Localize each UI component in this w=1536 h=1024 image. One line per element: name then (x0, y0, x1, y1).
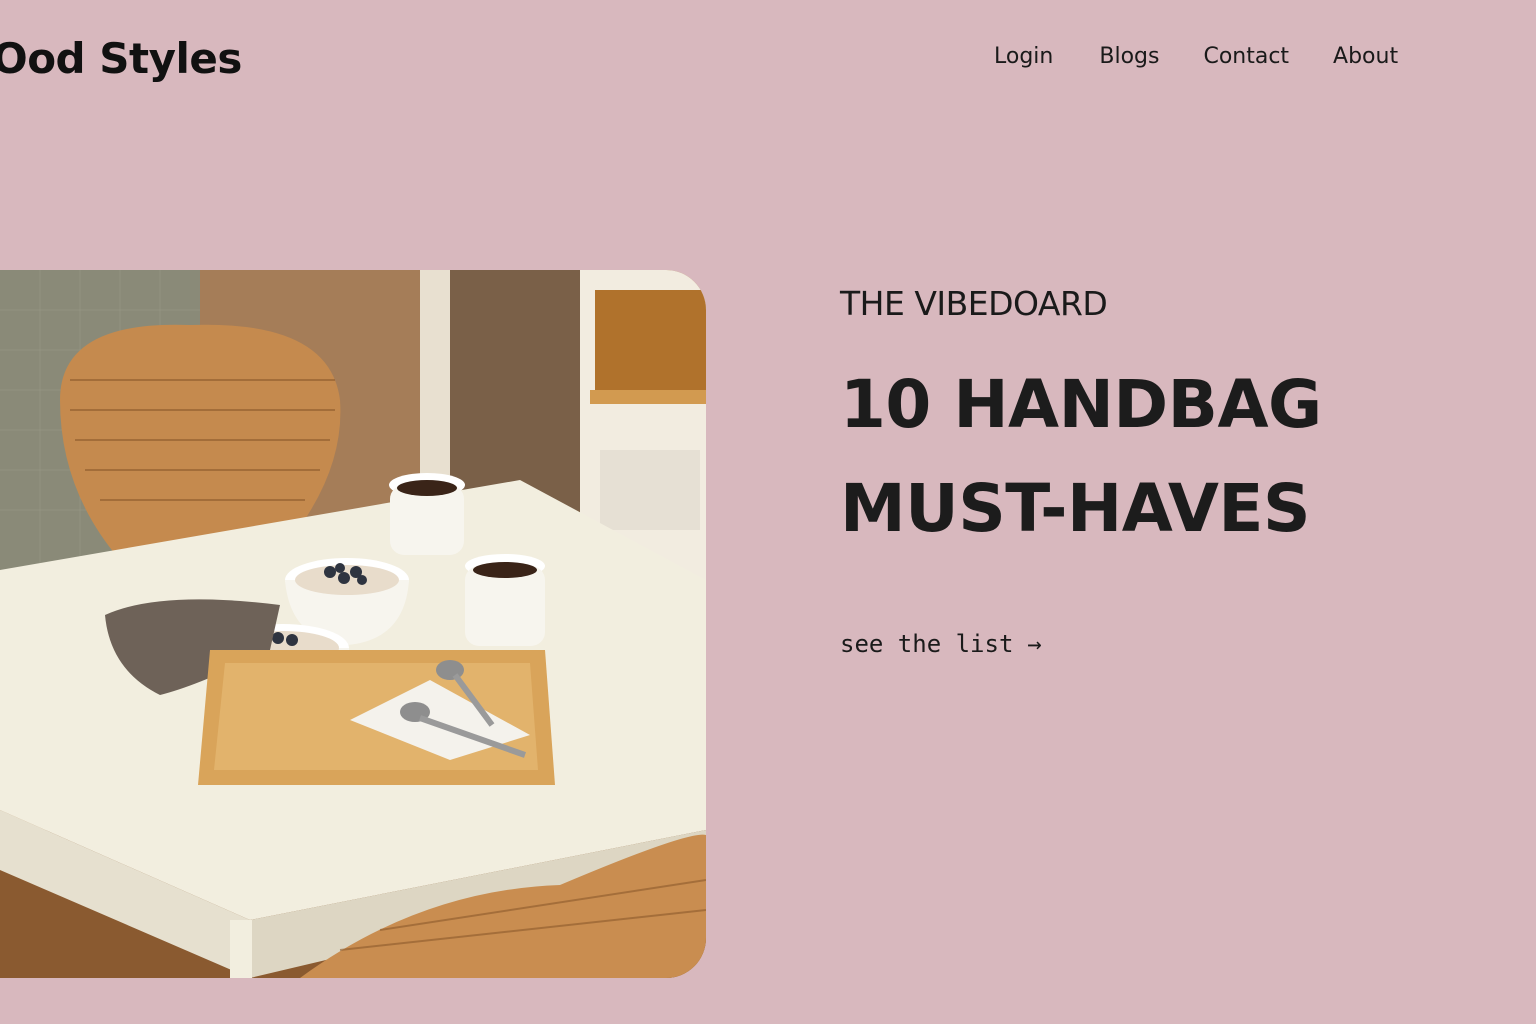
site-logo[interactable]: Ood Styles (0, 34, 242, 83)
main-nav: Login Blogs Contact About (994, 44, 1398, 69)
see-the-list-link[interactable]: see the list → (840, 630, 1042, 658)
hero-headline: 10 HANDBAG MUST-HAVES (840, 366, 1440, 578)
nav-login[interactable]: Login (994, 44, 1053, 69)
nav-contact[interactable]: Contact (1203, 44, 1289, 69)
nav-blogs[interactable]: Blogs (1099, 44, 1159, 69)
arrow-right-icon: → (1027, 630, 1042, 658)
hero-image (0, 270, 706, 978)
hero-eyebrow: THE VIBEDOARD (840, 284, 1108, 323)
nav-about[interactable]: About (1333, 44, 1398, 69)
cta-label: see the list (840, 630, 1014, 658)
hero-headline-line-2: MUST-HAVES (840, 470, 1311, 547)
